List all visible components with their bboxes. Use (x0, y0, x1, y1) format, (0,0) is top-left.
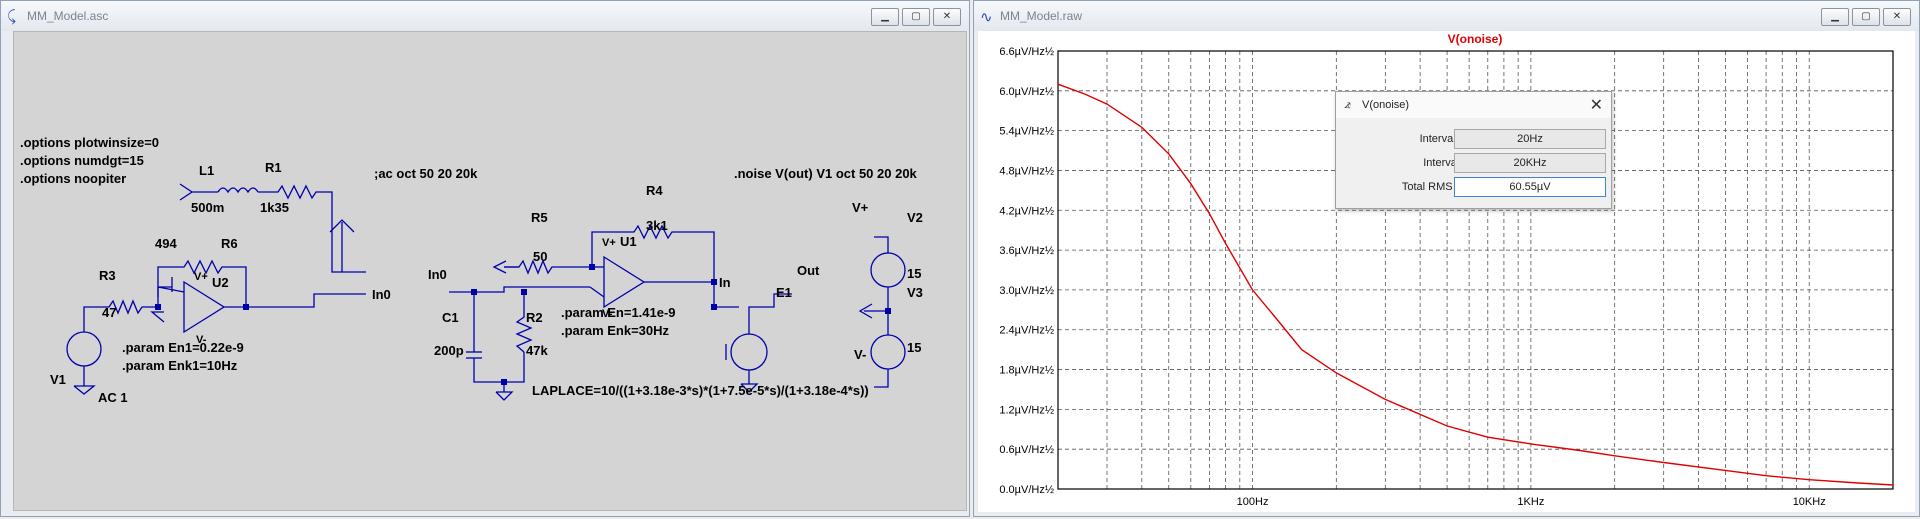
schematic-window-title: MM_Model.asc (27, 9, 109, 23)
total-rms-row: Total RMS noise: 60.55µV (1336, 177, 1611, 199)
schematic-titlebar[interactable]: ⤹ MM_Model.asc ▁ ▢ ✕ (1, 1, 969, 31)
param-en: .param En=1.41e-9 (561, 305, 676, 320)
label-U1: U1 (620, 234, 637, 249)
u2-vminus-pin: V- (196, 334, 207, 346)
y-tick-label: 6.6µV/Hz½ (999, 46, 1054, 58)
label-R2-value: 47k (526, 343, 548, 358)
y-tick-label: 6.0µV/Hz½ (999, 86, 1054, 98)
interval-start-row: Interval Start: 20Hz (1336, 129, 1611, 151)
y-tick-label: 4.8µV/Hz½ (999, 165, 1054, 177)
ac-directive: ;ac oct 50 20 20k (374, 166, 478, 181)
ltspice-waveform-icon: ∿ (980, 9, 993, 26)
options-plotwinsize: .options plotwinsize=0 (20, 135, 159, 150)
label-out-node: Out (797, 263, 820, 278)
label-R6-value: 494 (155, 236, 177, 251)
y-tick-label: 2.4µV/Hz½ (999, 325, 1054, 337)
param-en1: .param En1=0.22e-9 (122, 340, 244, 355)
u1-vplus-pin: V+ (602, 237, 616, 249)
minimize-button[interactable]: ▁ (1821, 8, 1849, 26)
dialog-titlebar[interactable]: ⦨ V(onoise) ✕ (1336, 92, 1611, 118)
param-enk: .param Enk=30Hz (561, 323, 670, 338)
waveform-titlebar[interactable]: ∿ MM_Model.raw ▁ ▢ ✕ (974, 1, 1919, 31)
label-V3: V3 (907, 285, 923, 300)
x-tick-label: 10KHz (1793, 496, 1826, 508)
schematic-canvas[interactable]: .options plotwinsize=0 .options numdgt=1… (13, 31, 967, 511)
param-enk1: .param Enk1=10Hz (122, 358, 238, 373)
ltspice-schematic-icon: ⤹ (7, 8, 17, 25)
interval-start-field[interactable]: 20Hz (1454, 129, 1606, 149)
label-R3: R3 (99, 268, 116, 283)
waveform-window[interactable]: ∿ MM_Model.raw ▁ ▢ ✕ 6.6µV/Hz½ 6.0µV/Hz½ 5… (973, 0, 1920, 517)
label-V3-value: 15 (907, 340, 921, 355)
label-in-node: In (719, 275, 731, 290)
label-V2-value: 15 (907, 266, 921, 281)
schematic-window[interactable]: ⤹ MM_Model.asc ▁ ▢ ✕ .options plotwinsiz… (0, 0, 970, 517)
options-noopiter: .options noopiter (20, 171, 126, 186)
label-R5-value: 50 (533, 249, 547, 264)
maximize-button[interactable]: ▢ (1852, 8, 1880, 26)
close-button[interactable]: ✕ (1883, 8, 1911, 26)
noise-directive: .noise V(out) V1 oct 50 20 20k (734, 166, 918, 181)
label-C1: C1 (442, 310, 459, 325)
label-L1-value: 500m (191, 200, 224, 215)
label-in0-out: In0 (372, 287, 391, 302)
label-L1: L1 (199, 163, 214, 178)
y-tick-label: 5.4µV/Hz½ (999, 126, 1054, 138)
label-R1: R1 (265, 160, 282, 175)
label-R1-value: 1k35 (260, 200, 289, 215)
options-numdgt: .options numdgt=15 (20, 153, 144, 168)
label-AC1: AC 1 (98, 390, 128, 405)
label-U2: U2 (212, 275, 229, 290)
label-in0-in: In0 (428, 267, 447, 282)
y-tick-label: 0.0µV/Hz½ (999, 484, 1054, 496)
y-tick-label: 3.6µV/Hz½ (999, 245, 1054, 257)
y-tick-label: 1.8µV/Hz½ (999, 365, 1054, 377)
y-tick-label: 1.2µV/Hz½ (999, 404, 1054, 416)
u1-vminus-pin: V- (602, 308, 613, 320)
label-R4-value: 3k1 (646, 218, 668, 233)
laplace-expression: LAPLACE=10/((1+3.18e-3*s)*(1+7.5e-5*s)/(… (532, 383, 869, 398)
y-tick-label: 4.2µV/Hz½ (999, 205, 1054, 217)
label-vplus-node: V+ (852, 200, 869, 215)
total-rms-field[interactable]: 60.55µV (1454, 177, 1606, 197)
label-vminus-node: V- (854, 347, 866, 362)
interval-end-field[interactable]: 20KHz (1454, 153, 1606, 173)
label-C1-value: 200p (434, 343, 464, 358)
label-E1: E1 (776, 285, 792, 300)
label-R3-value: 47 (102, 305, 116, 320)
label-R4: R4 (646, 183, 663, 198)
waveform-icon: ⦨ (1344, 97, 1351, 111)
close-button[interactable]: ✕ (933, 8, 961, 26)
label-R5: R5 (531, 210, 548, 225)
x-tick-label: 100Hz (1237, 496, 1269, 508)
maximize-button[interactable]: ▢ (902, 8, 930, 26)
x-tick-label: 1KHz (1517, 496, 1544, 508)
label-R6: R6 (221, 236, 238, 251)
minimize-button[interactable]: ▁ (871, 8, 899, 26)
schematic-drawing: .options plotwinsize=0 .options numdgt=1… (20, 135, 923, 405)
y-tick-label: 0.6µV/Hz½ (999, 444, 1054, 456)
rms-noise-dialog[interactable]: ⦨ V(onoise) ✕ Interval Start: 20Hz Inter… (1335, 91, 1612, 209)
label-R2: R2 (526, 310, 543, 325)
label-V2: V2 (907, 210, 923, 225)
label-V1: V1 (50, 372, 66, 387)
y-tick-label: 3.0µV/Hz½ (999, 285, 1054, 297)
waveform-window-title: MM_Model.raw (1000, 9, 1083, 23)
trace-title[interactable]: V(onoise) (1448, 32, 1503, 46)
u2-vplus-pin: V+ (194, 271, 208, 283)
dialog-title: V(onoise) (1362, 99, 1410, 111)
interval-end-row: Interval End: 20KHz (1336, 153, 1611, 175)
dialog-close-icon[interactable]: ✕ (1590, 95, 1603, 114)
